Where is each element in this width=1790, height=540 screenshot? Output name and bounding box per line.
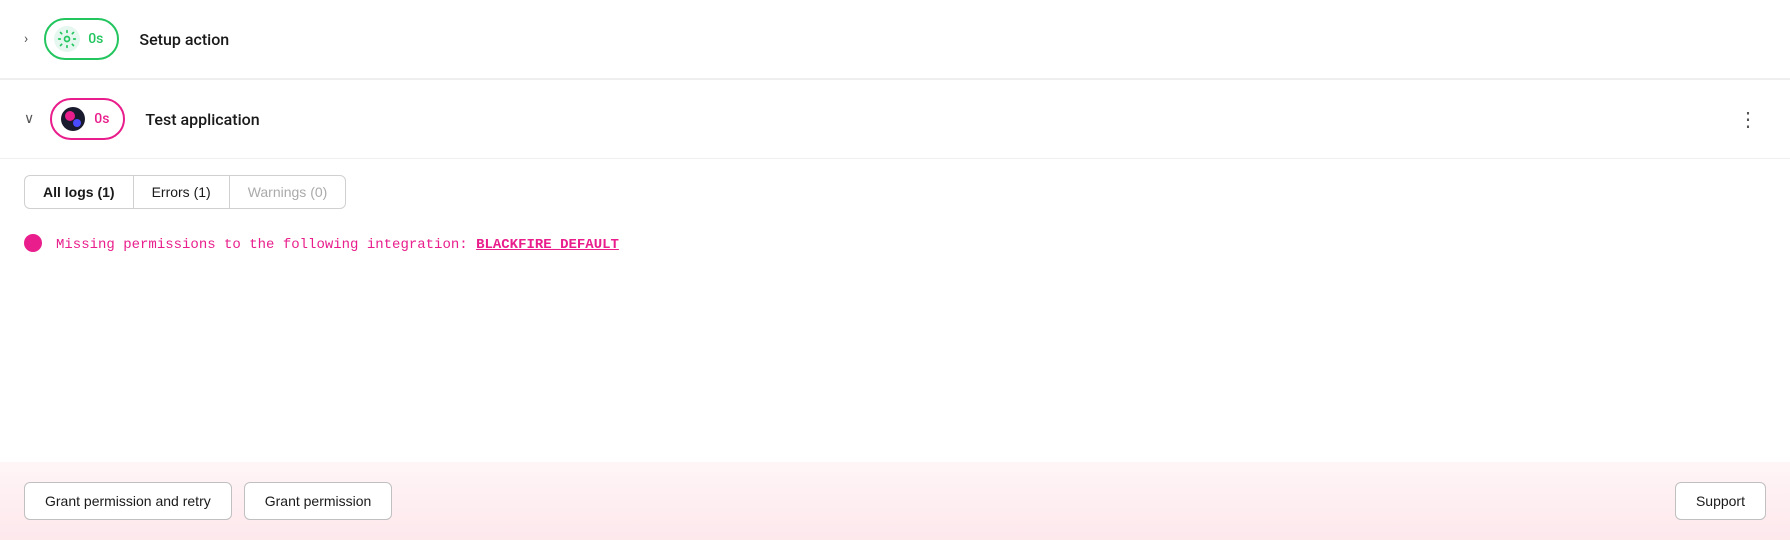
setup-chevron-icon[interactable]: ›: [24, 31, 28, 47]
test-row-end: ⋮: [1730, 103, 1766, 135]
more-options-icon[interactable]: ⋮: [1730, 103, 1766, 135]
setup-action-label: Setup action: [139, 30, 229, 49]
setup-gear-icon: [54, 26, 80, 52]
tab-errors[interactable]: Errors (1): [133, 175, 229, 209]
footer-bar: Grant permission and retry Grant permiss…: [0, 462, 1790, 540]
error-integration-name: BLACKFIRE_DEFAULT: [476, 237, 619, 253]
tabs-row: All logs (1) Errors (1) Warnings (0): [0, 159, 1790, 209]
tab-warnings[interactable]: Warnings (0): [229, 175, 347, 209]
test-status-badge[interactable]: 0s: [50, 98, 125, 140]
tab-all-logs[interactable]: All logs (1): [24, 175, 133, 209]
test-application-label: Test application: [145, 110, 259, 129]
page-container: › 0s Setup action ∨ 0s Test application …: [0, 0, 1790, 540]
error-message-container: Missing permissions to the following int…: [56, 233, 619, 253]
error-message-text: Missing permissions to the following int…: [56, 237, 476, 253]
test-avatar-icon: [60, 106, 86, 132]
setup-status-badge[interactable]: 0s: [44, 18, 119, 60]
test-chevron-icon[interactable]: ∨: [24, 111, 34, 127]
grant-permission-retry-button[interactable]: Grant permission and retry: [24, 482, 232, 520]
grant-permission-button[interactable]: Grant permission: [244, 482, 393, 520]
error-row: Missing permissions to the following int…: [0, 209, 1790, 269]
error-dot-icon: [24, 234, 42, 252]
support-button[interactable]: Support: [1675, 482, 1766, 520]
setup-action-row: › 0s Setup action: [0, 0, 1790, 79]
test-badge-time: 0s: [94, 111, 109, 127]
setup-badge-time: 0s: [88, 31, 103, 47]
test-application-row: ∨ 0s Test application ⋮: [0, 80, 1790, 159]
